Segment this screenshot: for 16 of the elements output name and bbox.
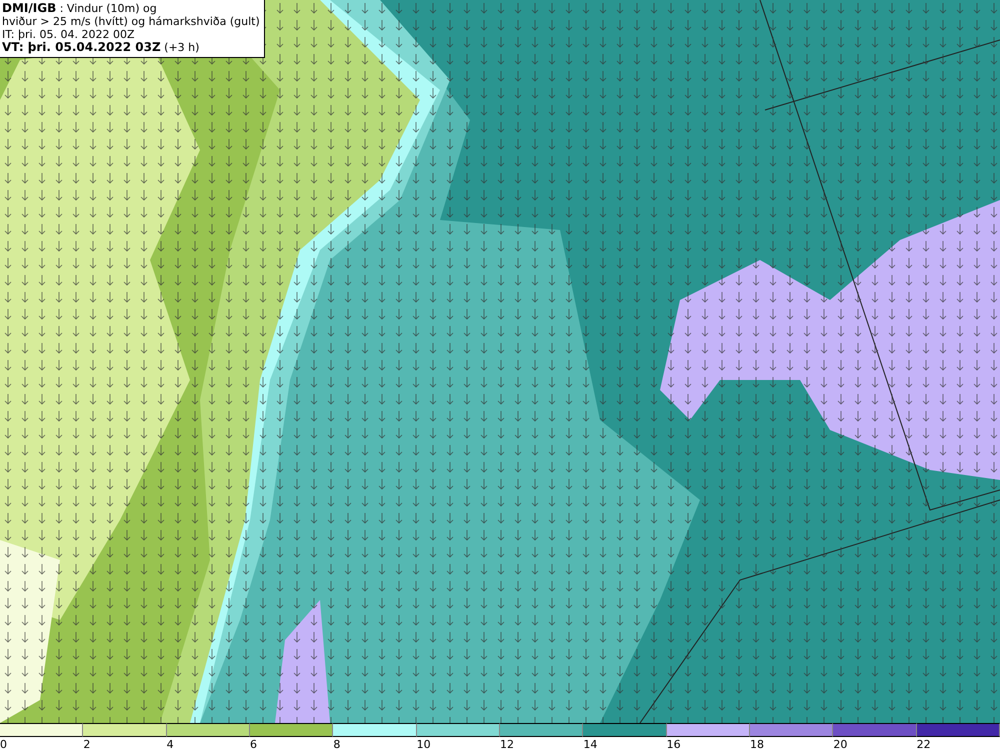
legend-tick-label: 14 xyxy=(583,737,598,753)
info-line: hviður > 25 m/s (hvítt) og hámarkshviða (gult) xyxy=(2,15,260,28)
info-line: VT: þri. 05.04.2022 03Z (+3 h) xyxy=(2,41,200,54)
legend-tick-label: 18 xyxy=(750,737,764,753)
info-line: IT: þri. 05. 04. 2022 00Z xyxy=(2,28,136,41)
legend-tick-label: 0 xyxy=(0,737,7,753)
legend-tick-label: 12 xyxy=(500,737,514,753)
legend-tick-label: 4 xyxy=(166,737,174,753)
info-line: DMI/IGB : Vindur (10m) og xyxy=(2,2,158,15)
legend-tick-label: 6 xyxy=(250,737,257,753)
legend-tick-label: 8 xyxy=(333,737,340,753)
legend-tick-label: 2 xyxy=(83,737,90,753)
legend-tick-label: 16 xyxy=(666,737,681,753)
legend-tick-label: 22 xyxy=(916,737,931,753)
legend-tick-label: 10 xyxy=(416,737,431,753)
legend-tick-label: 20 xyxy=(833,737,848,753)
